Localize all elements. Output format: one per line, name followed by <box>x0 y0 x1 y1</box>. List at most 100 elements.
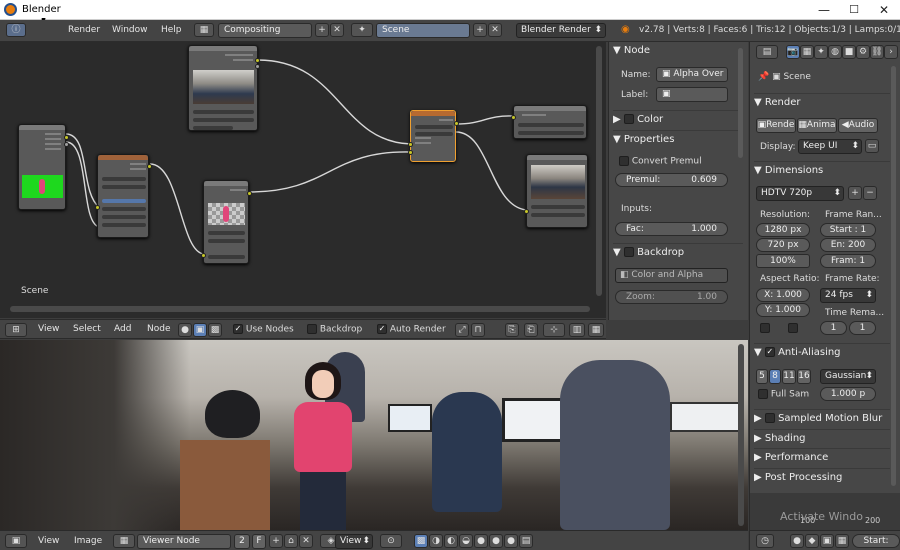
backdrop-toggle-checkbox[interactable] <box>307 324 317 334</box>
node-field[interactable] <box>102 199 146 203</box>
remove-scene-icon[interactable]: ✕ <box>488 23 502 37</box>
fps-dropdown[interactable]: 24 fps ⬍ <box>820 288 876 303</box>
composite-node[interactable] <box>511 105 587 139</box>
viewer-scrollbar[interactable] <box>738 344 744 526</box>
node-editor-canvas[interactable]: Scene <box>0 42 606 318</box>
node-field[interactable] <box>208 255 245 259</box>
editor-type-icon[interactable]: ▤ <box>756 45 778 59</box>
channel-z-icon[interactable]: ◒ <box>459 534 473 548</box>
zoom-slider[interactable]: Zoom: 1.00 <box>615 290 728 304</box>
motion-blur-panel-header[interactable]: ▶ Sampled Motion Blur <box>754 409 890 426</box>
node-field[interactable] <box>518 123 584 127</box>
input-socket[interactable] <box>408 142 413 147</box>
channel-b-icon[interactable]: ● <box>504 534 518 548</box>
pivot-icon[interactable]: ⊙ <box>380 534 402 548</box>
input-socket[interactable] <box>408 150 413 155</box>
output-socket[interactable] <box>247 191 252 196</box>
screen-layout-icon[interactable]: ▦ <box>194 23 214 37</box>
menu-render[interactable]: Render <box>68 25 100 35</box>
node-field[interactable] <box>102 207 146 211</box>
backdrop-checkbox[interactable] <box>623 247 634 257</box>
node-label-field[interactable]: ▣ <box>656 87 728 102</box>
object-tab-icon[interactable]: ■ <box>842 45 856 59</box>
channel-rgba-icon[interactable]: ▩ <box>414 534 428 548</box>
aa-samples-8[interactable]: 8 <box>769 369 781 384</box>
channel-alpha-icon[interactable]: ◐ <box>444 534 458 548</box>
frame-step-field[interactable]: Fram: 1 <box>820 254 876 268</box>
backdrop-channels-dropdown[interactable]: ◧ Color and Alpha <box>615 268 728 283</box>
remove-screen-icon[interactable]: ✕ <box>330 23 344 37</box>
node-field[interactable] <box>531 205 585 209</box>
display-dropdown[interactable]: Keep UI ⬍ <box>798 139 862 154</box>
editor-type-icon[interactable]: ⓘ <box>6 23 26 37</box>
properties-panel-header[interactable]: ▼ Properties <box>613 130 743 147</box>
node-field[interactable] <box>208 239 245 243</box>
channel-g-icon[interactable]: ● <box>489 534 503 548</box>
full-sample-checkbox[interactable] <box>758 389 768 399</box>
node-field[interactable] <box>518 131 584 135</box>
horizontal-scrollbar[interactable] <box>10 306 590 312</box>
modifier-tab-icon[interactable]: ⚙ <box>856 45 870 59</box>
camera-icon[interactable]: ▦ <box>835 534 849 548</box>
aspect-x-field[interactable]: X: 1.000 <box>756 288 810 302</box>
output-socket[interactable] <box>255 64 260 69</box>
editor-type-icon[interactable]: ⊞ <box>5 323 27 337</box>
node-field[interactable] <box>193 110 254 114</box>
lock-icon[interactable]: ▣ <box>820 534 834 548</box>
node-panel-header[interactable]: ▼ Node <box>613 42 743 59</box>
aspect-y-field[interactable]: Y: 1.000 <box>756 303 810 317</box>
render-tab-icon[interactable]: 📷 <box>786 45 800 59</box>
alpha-over-node[interactable] <box>408 110 459 162</box>
render-engine-dropdown[interactable]: Blender Render ⬍ <box>516 23 606 38</box>
minimize-icon[interactable]: — <box>809 0 839 20</box>
color-checkbox[interactable] <box>623 114 634 124</box>
resolution-x-field[interactable]: 1280 px <box>756 223 810 237</box>
render-panel-header[interactable]: ▼ Render <box>754 93 890 110</box>
more-tab-icon[interactable]: › <box>884 45 898 59</box>
input-socket[interactable] <box>511 115 516 120</box>
render-image-button[interactable]: ▣Rende <box>756 118 796 133</box>
aa-samples-16[interactable]: 16 <box>797 369 811 384</box>
output-socket[interactable] <box>454 121 459 126</box>
node-field[interactable] <box>415 125 453 129</box>
node-field[interactable] <box>102 215 146 219</box>
image-viewer[interactable] <box>0 340 748 530</box>
menu-view[interactable]: View <box>38 324 59 334</box>
copy-icon[interactable]: ⎘ <box>505 323 519 337</box>
filter-size-field[interactable]: 1.000 p <box>820 387 876 401</box>
image-input-node[interactable] <box>188 45 260 131</box>
screen-layout-field[interactable]: Compositing <box>218 23 312 38</box>
green-image-node[interactable] <box>18 124 69 210</box>
node-field[interactable] <box>102 223 146 227</box>
auto-render-option[interactable]: ✓ Auto Render <box>377 324 446 335</box>
menu-image[interactable]: Image <box>74 536 102 546</box>
start-frame-field[interactable]: Start: <box>852 534 900 548</box>
playback-icon[interactable]: ● <box>790 534 804 548</box>
resolution-percent-field[interactable]: 100% <box>756 254 810 268</box>
set-alpha-node[interactable] <box>201 180 252 264</box>
anti-aliasing-panel-header[interactable]: ▼ ✓ Anti-Aliasing <box>754 343 890 360</box>
preset-dropdown[interactable]: HDTV 720p ⬍ <box>756 186 844 201</box>
editor-type-icon[interactable]: ▣ <box>5 534 27 548</box>
lock-interface-icon[interactable]: ▭ <box>865 139 879 153</box>
aa-samples-11[interactable]: 11 <box>782 369 796 384</box>
output-socket[interactable] <box>255 58 260 63</box>
magnet-icon[interactable]: ⊓ <box>471 323 485 337</box>
node-field[interactable] <box>102 177 146 181</box>
output-socket[interactable] <box>147 164 152 169</box>
channel-r-icon[interactable]: ● <box>474 534 488 548</box>
texture-nodes-icon[interactable]: ▩ <box>208 323 222 337</box>
paste-icon[interactable]: ⎗ <box>524 323 538 337</box>
add-preset-icon[interactable]: + <box>848 186 862 200</box>
node-field[interactable] <box>193 118 254 122</box>
menu-help[interactable]: Help <box>161 25 182 35</box>
render-animation-button[interactable]: ▦Anima <box>797 118 837 133</box>
performance-panel-header[interactable]: ▶ Performance <box>754 448 890 465</box>
node-field[interactable] <box>193 126 233 130</box>
layers-tab-icon[interactable]: ▦ <box>800 45 814 59</box>
anti-aliasing-checkbox[interactable]: ✓ <box>764 347 775 357</box>
add-scene-icon[interactable]: + <box>473 23 487 37</box>
scene-icon[interactable]: ✦ <box>351 23 373 37</box>
frame-start-field[interactable]: Start : 1 <box>820 223 876 237</box>
link-tab-icon[interactable]: ⛓ <box>870 45 884 59</box>
